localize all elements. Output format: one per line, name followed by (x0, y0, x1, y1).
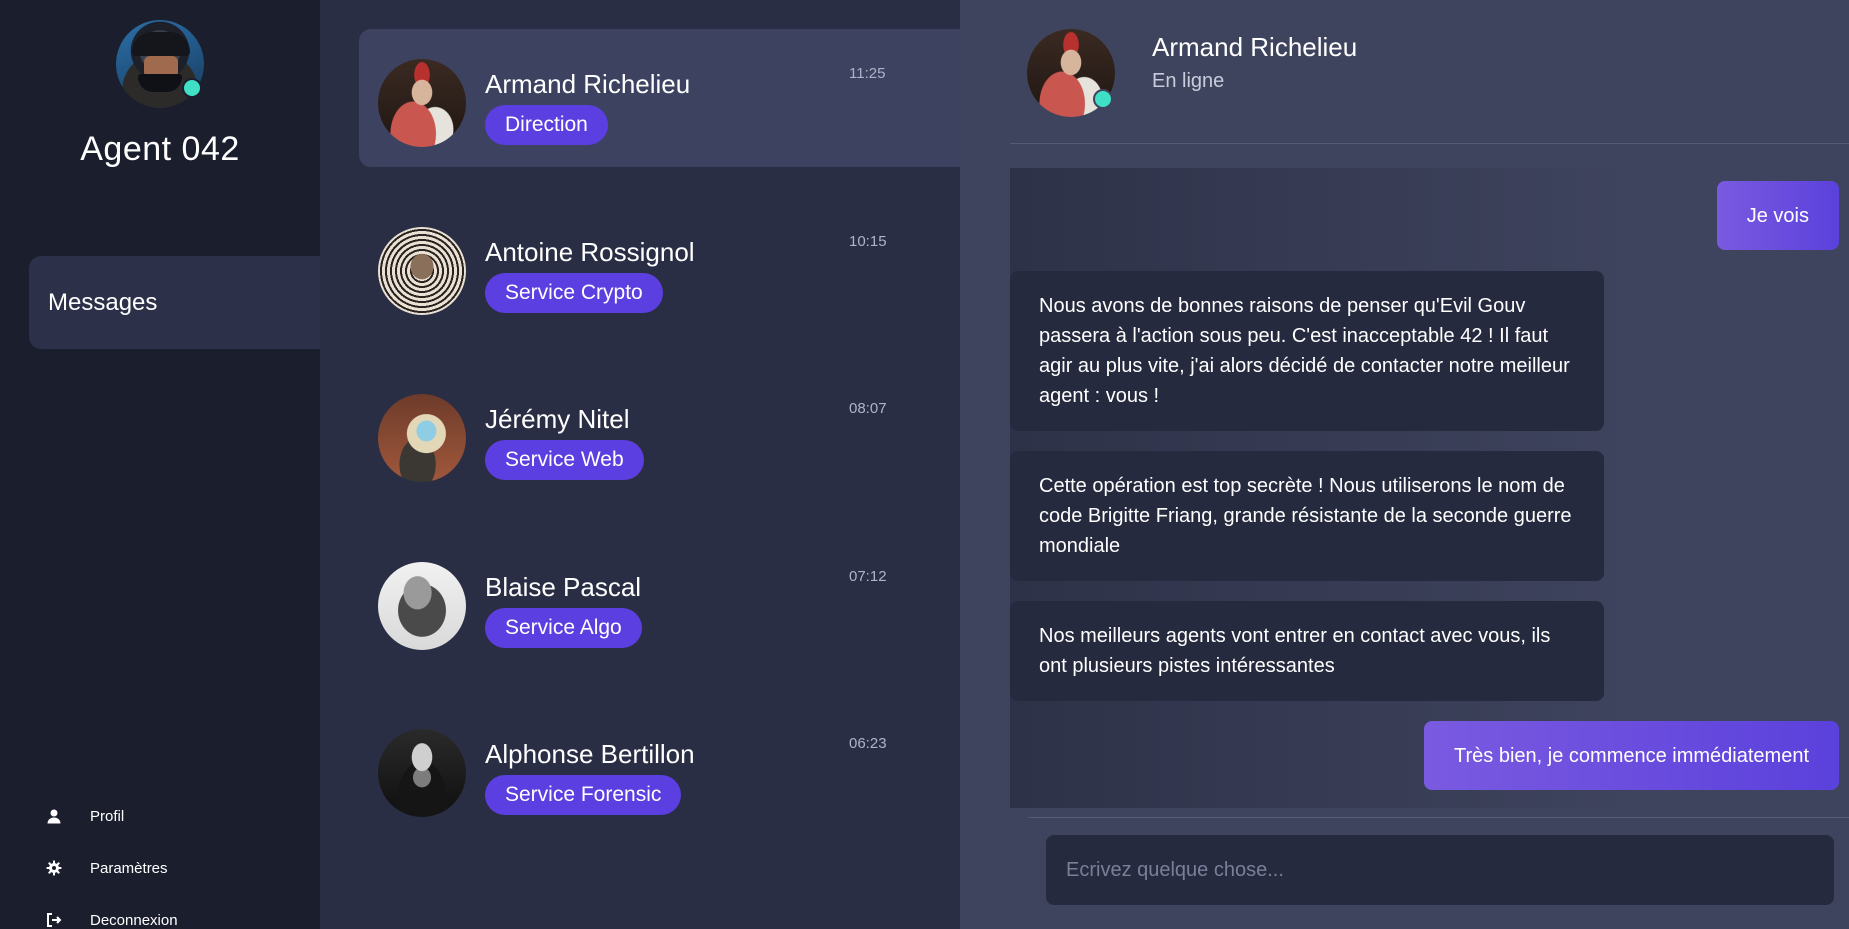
sidebar-item-label: Profil (90, 807, 125, 825)
bottom-nav: Profil Paramètres Deconnexion (44, 790, 178, 929)
department-badge: Service Crypto (485, 273, 663, 313)
message-time: 08:07 (849, 400, 887, 417)
sidebar-item-label: Paramètres (90, 859, 168, 877)
incoming-message: Nos meilleurs agents vont entrer en cont… (1010, 601, 1604, 701)
conversation-item[interactable]: Blaise Pascal Service Algo 07:12 (359, 532, 960, 670)
chat-contact-name: Armand Richelieu (1152, 32, 1358, 62)
conversation-item[interactable]: Alphonse Bertillon Service Forensic 06:2… (359, 699, 960, 837)
composer-divider (1028, 817, 1849, 818)
contact-name: Blaise Pascal (485, 572, 642, 602)
logout-icon (44, 910, 64, 929)
message-time: 11:25 (849, 65, 886, 82)
conversation-item[interactable]: Jérémy Nitel Service Web 08:07 (359, 364, 960, 502)
message-composer (1046, 835, 1834, 905)
contact-name: Jérémy Nitel (485, 404, 630, 434)
sidebar-item-label: Messages (48, 288, 158, 316)
chat-header: Armand Richelieu En ligne (960, 0, 1849, 144)
contact-name: Armand Richelieu (485, 69, 691, 99)
department-badge: Service Web (485, 440, 644, 480)
contact-avatar (378, 59, 466, 147)
outgoing-message: Très bien, je commence immédiatement (1424, 721, 1839, 790)
department-badge: Service Forensic (485, 775, 682, 815)
message-time: 10:15 (849, 233, 887, 250)
contact-name: Alphonse Bertillon (485, 739, 695, 769)
message-time: 06:23 (849, 735, 887, 752)
user-icon (44, 806, 64, 826)
contact-avatar (378, 562, 466, 650)
sidebar-item-label: Deconnexion (90, 911, 178, 929)
chat-contact-status: En ligne (1152, 70, 1225, 92)
my-avatar[interactable] (116, 20, 204, 108)
conversation-item[interactable]: Antoine Rossignol Service Crypto 10:15 (359, 197, 960, 335)
contact-avatar (378, 729, 466, 817)
sidebar-item-parametres[interactable]: Paramètres (44, 842, 178, 894)
hat-shape (132, 32, 190, 56)
header-divider (1010, 143, 1849, 144)
sidebar: Agent 042 Messages Profil Paramètres Dec… (0, 0, 320, 929)
contact-avatar (378, 227, 466, 315)
my-agent-name: Agent 042 (80, 130, 240, 168)
outgoing-message: Je vois (1716, 181, 1839, 250)
chat-contact-avatar[interactable] (1027, 29, 1115, 117)
message-input[interactable] (1046, 835, 1834, 905)
online-status-dot (1093, 89, 1113, 109)
department-badge: Service Algo (485, 608, 642, 648)
mask-shape (138, 74, 182, 92)
chat-panel: Armand Richelieu En ligne Je vois Nous a… (960, 0, 1849, 929)
online-status-dot (182, 78, 202, 98)
gear-icon (44, 858, 64, 878)
incoming-message: Cette opération est top secrète ! Nous u… (1010, 451, 1604, 581)
sidebar-item-profil[interactable]: Profil (44, 790, 178, 842)
message-time: 07:12 (849, 568, 887, 585)
app: Agent 042 Messages Profil Paramètres Dec… (0, 0, 1849, 929)
sidebar-item-deconnexion[interactable]: Deconnexion (44, 894, 178, 929)
message-thread: Je vois Nous avons de bonnes raisons de … (1010, 168, 1849, 808)
contact-name: Antoine Rossignol (485, 237, 695, 267)
department-badge: Direction (485, 105, 608, 145)
conversation-item[interactable]: Armand Richelieu Direction 11:25 (359, 29, 960, 167)
sidebar-item-messages[interactable]: Messages (29, 256, 320, 349)
incoming-message: Nous avons de bonnes raisons de penser q… (1010, 271, 1604, 431)
conversation-list: Armand Richelieu Direction 11:25 Antoine… (320, 0, 960, 929)
contact-avatar (378, 394, 466, 482)
